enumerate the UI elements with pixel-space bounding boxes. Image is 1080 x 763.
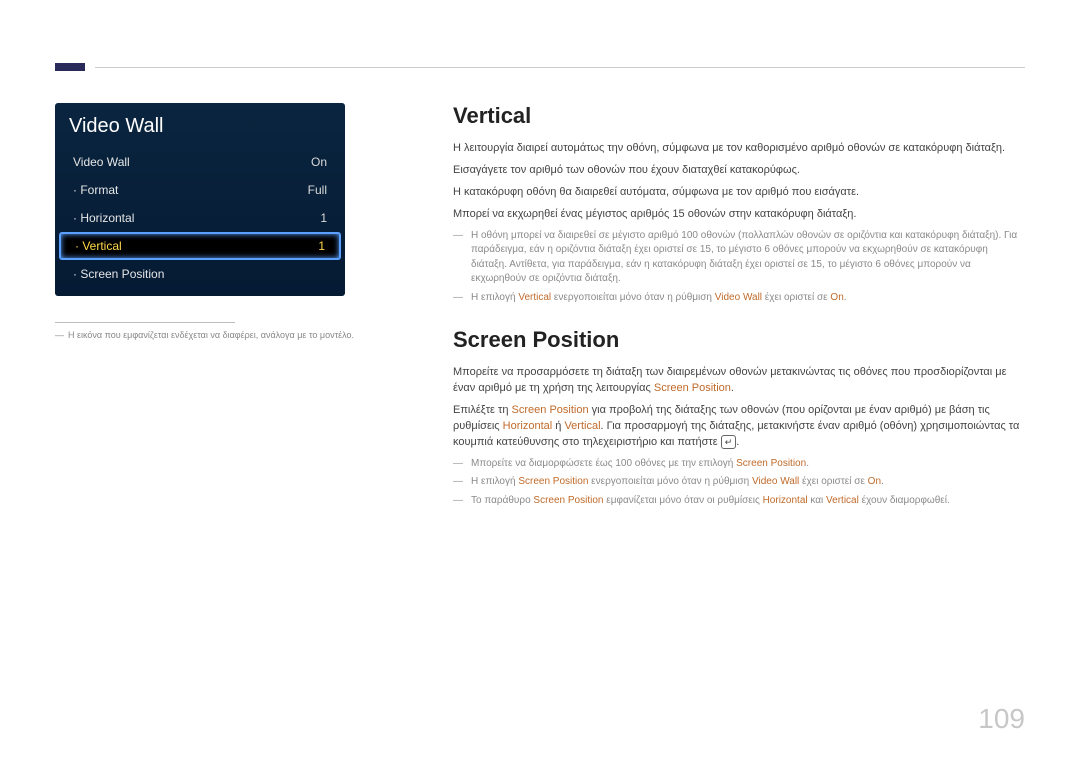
header-rule — [95, 67, 1025, 68]
note-segment: Η επιλογή — [471, 476, 518, 487]
menu-row-value: 1 — [318, 239, 325, 253]
highlight-term: Video Wall — [752, 476, 799, 487]
menu-row-vertical[interactable]: · Vertical 1 — [59, 232, 341, 260]
body-segment: ή — [552, 420, 564, 432]
body-segment: . — [736, 436, 739, 448]
body-text: Μπορεί να εκχωρηθεί ένας μέγιστος αριθμό… — [453, 207, 1025, 223]
page-number: 109 — [978, 703, 1025, 735]
note-text: Μπορείτε να διαμορφώσετε έως 100 οθόνες … — [453, 457, 1025, 472]
note-text: Το παράθυρο Screen Position εμφανίζεται … — [453, 494, 1025, 509]
menu-spacer — [55, 288, 345, 296]
note-segment: Η επιλογή — [471, 292, 518, 303]
menu-row-value: Full — [308, 183, 327, 197]
note-segment: ενεργοποιείται μόνο όταν η ρύθμιση — [588, 476, 752, 487]
note-text: Η οθόνη μπορεί να διαιρεθεί σε μέγιστο α… — [453, 229, 1025, 287]
highlight-term: Horizontal — [763, 495, 808, 506]
highlight-term: Screen Position — [512, 404, 589, 416]
note-segment: . — [806, 458, 809, 469]
highlight-term: Screen Position — [654, 382, 731, 394]
note-segment: και — [808, 495, 826, 506]
header-accent — [55, 63, 85, 71]
image-disclaimer-footnote: Η εικόνα που εμφανίζεται ενδέχεται να δι… — [55, 330, 415, 340]
highlight-term: Vertical — [826, 495, 859, 506]
note-segment: . — [881, 476, 884, 487]
note-segment: εμφανίζεται μόνο όταν οι ρυθμίσεις — [603, 495, 762, 506]
note-segment: Μπορείτε να διαμορφώσετε έως 100 οθόνες … — [471, 458, 736, 469]
content-area: Vertical Η λειτουργία διαιρεί αυτομάτως … — [453, 103, 1025, 512]
menu-row-value: On — [311, 155, 327, 169]
body-segment: Επιλέξτε τη — [453, 404, 512, 416]
note-segment: έχει οριστεί σε — [799, 476, 867, 487]
body-text: Μπορείτε να προσαρμόσετε τη διάταξη των … — [453, 365, 1025, 397]
menu-row-label: Video Wall — [73, 155, 311, 169]
highlight-term: Vertical — [564, 420, 600, 432]
highlight-term: On — [830, 292, 843, 303]
menu-row-label: · Format — [73, 183, 308, 197]
enter-icon: ↵ — [721, 435, 737, 449]
menu-row-screen-position[interactable]: · Screen Position — [55, 260, 345, 288]
footnote-rule — [55, 322, 235, 323]
menu-row-format[interactable]: · Format Full — [55, 176, 345, 204]
highlight-term: Vertical — [518, 292, 551, 303]
note-segment: ενεργοποιείται μόνο όταν η ρύθμιση — [551, 292, 715, 303]
note-segment: Το παράθυρο — [471, 495, 533, 506]
menu-row-video-wall[interactable]: Video Wall On — [55, 148, 345, 176]
menu-row-label: · Screen Position — [73, 267, 327, 281]
note-text: Η επιλογή Screen Position ενεργοποιείται… — [453, 475, 1025, 490]
highlight-term: Horizontal — [503, 420, 553, 432]
osd-menu-panel: Video Wall Video Wall On · Format Full ·… — [55, 103, 345, 296]
note-segment: . — [844, 292, 847, 303]
highlight-term: Screen Position — [533, 495, 603, 506]
body-text: Εισαγάγετε τον αριθμό των οθονών που έχο… — [453, 163, 1025, 179]
body-segment: . — [731, 382, 734, 394]
note-segment: έχει οριστεί σε — [762, 292, 830, 303]
heading-screen-position: Screen Position — [453, 327, 1025, 353]
note-text: Η επιλογή Vertical ενεργοποιείται μόνο ό… — [453, 291, 1025, 306]
menu-row-horizontal[interactable]: · Horizontal 1 — [55, 204, 345, 232]
heading-vertical: Vertical — [453, 103, 1025, 129]
osd-menu-title: Video Wall — [55, 103, 345, 148]
highlight-term: Video Wall — [715, 292, 762, 303]
highlight-term: Screen Position — [736, 458, 806, 469]
body-text: Η λειτουργία διαιρεί αυτομάτως την οθόνη… — [453, 141, 1025, 157]
highlight-term: On — [868, 476, 881, 487]
menu-row-label: · Horizontal — [73, 211, 320, 225]
highlight-term: Screen Position — [518, 476, 588, 487]
menu-row-value: 1 — [320, 211, 327, 225]
menu-row-label: · Vertical — [75, 239, 318, 253]
note-segment: έχουν διαμορφωθεί. — [859, 495, 950, 506]
body-text: Η κατακόρυφη οθόνη θα διαιρεθεί αυτόματα… — [453, 185, 1025, 201]
body-text: Επιλέξτε τη Screen Position για προβολή … — [453, 403, 1025, 451]
